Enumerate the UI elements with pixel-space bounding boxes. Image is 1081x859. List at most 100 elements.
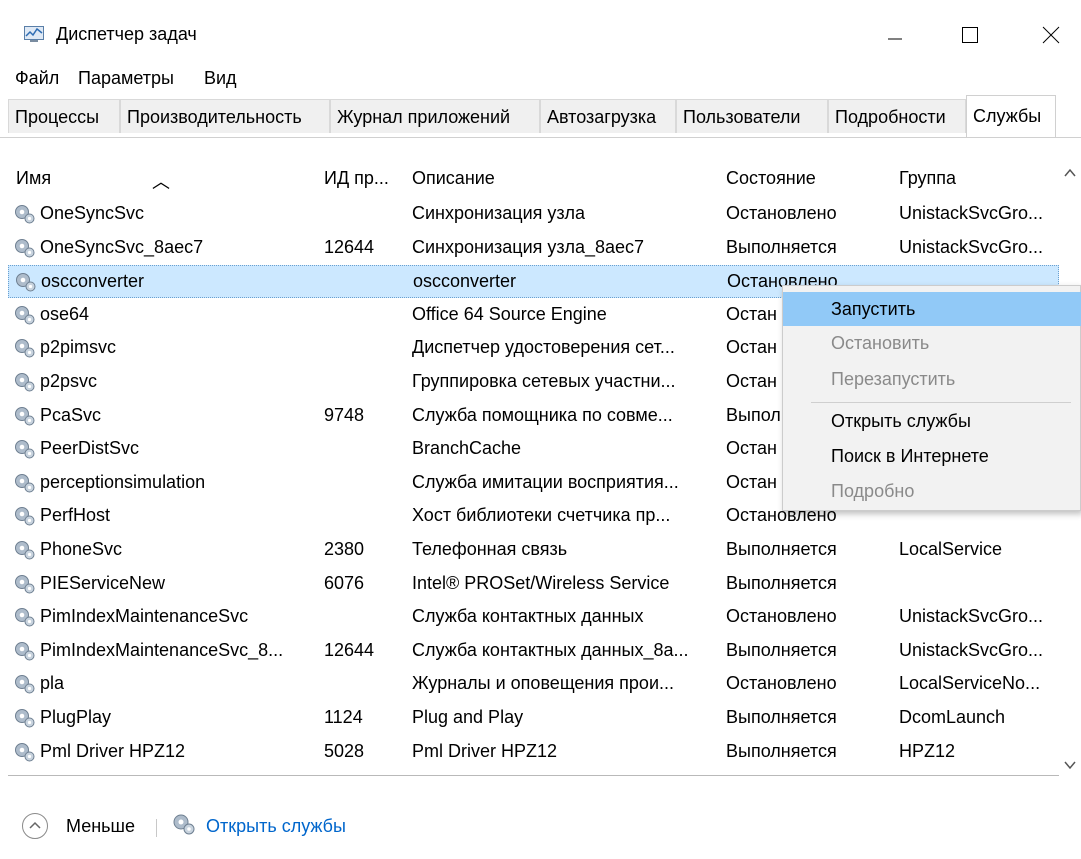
tab-performance[interactable]: Производительность bbox=[120, 99, 330, 133]
cell-group: UnistackSvcGro... bbox=[899, 203, 1044, 223]
cell-name: PhoneSvc bbox=[40, 539, 123, 559]
tab-services[interactable]: Службы bbox=[966, 95, 1056, 137]
cell-pid: 12644 bbox=[324, 639, 375, 660]
gear-icon bbox=[173, 814, 195, 835]
menu-file[interactable]: Файл bbox=[15, 68, 59, 89]
cell-description: Хост библиотеки счетчика пр... bbox=[412, 505, 671, 526]
cell-state: Остановлено bbox=[726, 673, 837, 694]
cell-pid: 12644 bbox=[324, 236, 375, 257]
cell-name: PlugPlay bbox=[40, 707, 112, 727]
table-row[interactable]: PlugPlay 1124 Plug and Play Выполняется Dcom… bbox=[8, 702, 1059, 735]
cell-state: Выполняется bbox=[726, 639, 837, 660]
gear-icon bbox=[12, 606, 36, 628]
cell-pid: 1124 bbox=[324, 707, 363, 727]
scroll-down-icon[interactable] bbox=[1062, 758, 1078, 772]
open-services-link[interactable]: Открыть службы bbox=[206, 816, 346, 837]
cell-name: pla bbox=[40, 673, 65, 694]
table-row[interactable]: OneSyncSvc Синхронизация узла Остановлено U… bbox=[8, 198, 1059, 231]
cell-description: Телефонная связь bbox=[412, 539, 568, 559]
cell-name: Pml Driver HPZ12 bbox=[40, 740, 186, 761]
ctx-open-services[interactable]: Открыть службы bbox=[783, 404, 1081, 438]
cell-state: Выполняется bbox=[726, 740, 837, 761]
cell-name: PimIndexMaintenanceSvc bbox=[40, 606, 249, 627]
cell-description: oscconverter bbox=[413, 271, 517, 292]
cell-state: Остановлено bbox=[726, 203, 837, 223]
chevron-up-icon[interactable] bbox=[22, 813, 48, 839]
table-bottom-border bbox=[8, 775, 1059, 776]
cell-description: Служба контактных данных_8а... bbox=[412, 639, 689, 660]
footer-separator bbox=[156, 819, 157, 837]
cell-pid: 2380 bbox=[324, 539, 365, 559]
table-row[interactable]: PhoneSvc 2380 Телефонная связь Выполняется L… bbox=[8, 534, 1059, 567]
task-manager-icon bbox=[24, 26, 44, 42]
cell-pid: 9748 bbox=[324, 404, 365, 425]
title-bar: Диспетчер задач bbox=[0, 0, 1081, 62]
ctx-restart[interactable]: Перезапустить bbox=[783, 362, 1081, 396]
cell-description: Служба помощника по совме... bbox=[412, 404, 673, 425]
gear-icon bbox=[12, 203, 36, 225]
cell-name: OneSyncSvc bbox=[40, 203, 145, 223]
gear-icon bbox=[12, 539, 36, 561]
cell-pid: 5028 bbox=[324, 740, 365, 761]
gear-icon bbox=[12, 573, 36, 595]
table-row[interactable]: pla Журналы и оповещения прои... Остановле… bbox=[8, 668, 1059, 701]
table-row[interactable]: PimIndexMaintenanceSvc_8... 12644 Служба к… bbox=[8, 635, 1059, 668]
gear-icon bbox=[13, 271, 37, 293]
window-title: Диспетчер задач bbox=[56, 24, 197, 44]
table-row[interactable]: PimIndexMaintenanceSvc Служба контактных … bbox=[8, 601, 1059, 634]
cell-description: Plug and Play bbox=[412, 707, 524, 727]
cell-state: Выполняется bbox=[726, 707, 837, 727]
table-row[interactable]: Pml Driver HPZ12 5028 Pml Driver HPZ12 Выпо… bbox=[8, 736, 1059, 769]
cell-group: LocalService bbox=[899, 539, 1003, 559]
ctx-stop[interactable]: Остановить bbox=[783, 326, 1081, 360]
cell-name: PimIndexMaintenanceSvc_8... bbox=[40, 639, 284, 660]
close-button[interactable] bbox=[1028, 14, 1074, 56]
cell-description: BranchCache bbox=[412, 438, 522, 459]
cell-group: DcomLaunch bbox=[899, 707, 1006, 727]
col-name-header[interactable]: Имя bbox=[16, 168, 51, 189]
table-row[interactable]: OneSyncSvc_8aec7 12644 Синхронизация узла_… bbox=[8, 232, 1059, 265]
tab-app-history[interactable]: Журнал приложений bbox=[330, 99, 540, 133]
gear-icon bbox=[12, 472, 36, 494]
context-menu: Запустить Остановить Перезапустить Откры… bbox=[782, 285, 1081, 511]
cell-state: Выполняется bbox=[726, 572, 837, 593]
ctx-search-online[interactable]: Поиск в Интернете bbox=[783, 439, 1081, 473]
ctx-details[interactable]: Подробно bbox=[783, 474, 1081, 508]
maximize-button[interactable] bbox=[947, 14, 993, 56]
cell-description: Синхронизация узла_8aec7 bbox=[412, 236, 645, 257]
cell-name: ose64 bbox=[40, 303, 90, 324]
minimize-button[interactable] bbox=[872, 14, 918, 56]
cell-group: LocalServiceNo... bbox=[899, 673, 1041, 694]
sort-up-icon: ︿ bbox=[152, 172, 170, 192]
tab-processes[interactable]: Процессы bbox=[8, 99, 120, 133]
gear-icon bbox=[12, 640, 36, 662]
ctx-start[interactable]: Запустить bbox=[783, 292, 1081, 326]
table-row[interactable]: PIEServiceNew 6076 Intel® PROSet/Wireless … bbox=[8, 568, 1059, 601]
menu-options[interactable]: Параметры bbox=[78, 68, 174, 89]
menu-view[interactable]: Вид bbox=[204, 68, 237, 89]
fewer-details-button[interactable]: Меньше bbox=[66, 816, 135, 837]
cell-name: perceptionsimulation bbox=[40, 471, 206, 492]
tab-startup[interactable]: Автозагрузка bbox=[540, 99, 676, 133]
maximize-icon bbox=[962, 27, 978, 43]
scroll-up-icon[interactable] bbox=[1062, 166, 1078, 180]
minimize-icon bbox=[888, 38, 902, 40]
ctx-separator bbox=[811, 402, 1071, 403]
gear-icon bbox=[12, 741, 36, 763]
table-header: ︿ Имя ИД пр... Описание Состояние Группа bbox=[8, 156, 1059, 204]
gear-icon bbox=[12, 438, 36, 460]
close-icon bbox=[1042, 26, 1060, 44]
col-group-header[interactable]: Группа bbox=[899, 168, 956, 189]
cell-state: Выполняется bbox=[726, 539, 837, 559]
gear-icon bbox=[12, 304, 36, 326]
gear-icon bbox=[12, 505, 36, 527]
cell-description: Служба имитации восприятия... bbox=[412, 471, 679, 492]
tab-details[interactable]: Подробности bbox=[828, 99, 966, 133]
cell-group: UnistackSvcGro... bbox=[899, 236, 1044, 257]
col-description-header[interactable]: Описание bbox=[412, 168, 495, 189]
gear-icon bbox=[12, 673, 36, 695]
col-state-header[interactable]: Состояние bbox=[726, 168, 816, 189]
col-pid-header[interactable]: ИД пр... bbox=[324, 168, 389, 189]
tab-users[interactable]: Пользователи bbox=[676, 99, 828, 133]
cell-pid: 6076 bbox=[324, 572, 365, 593]
